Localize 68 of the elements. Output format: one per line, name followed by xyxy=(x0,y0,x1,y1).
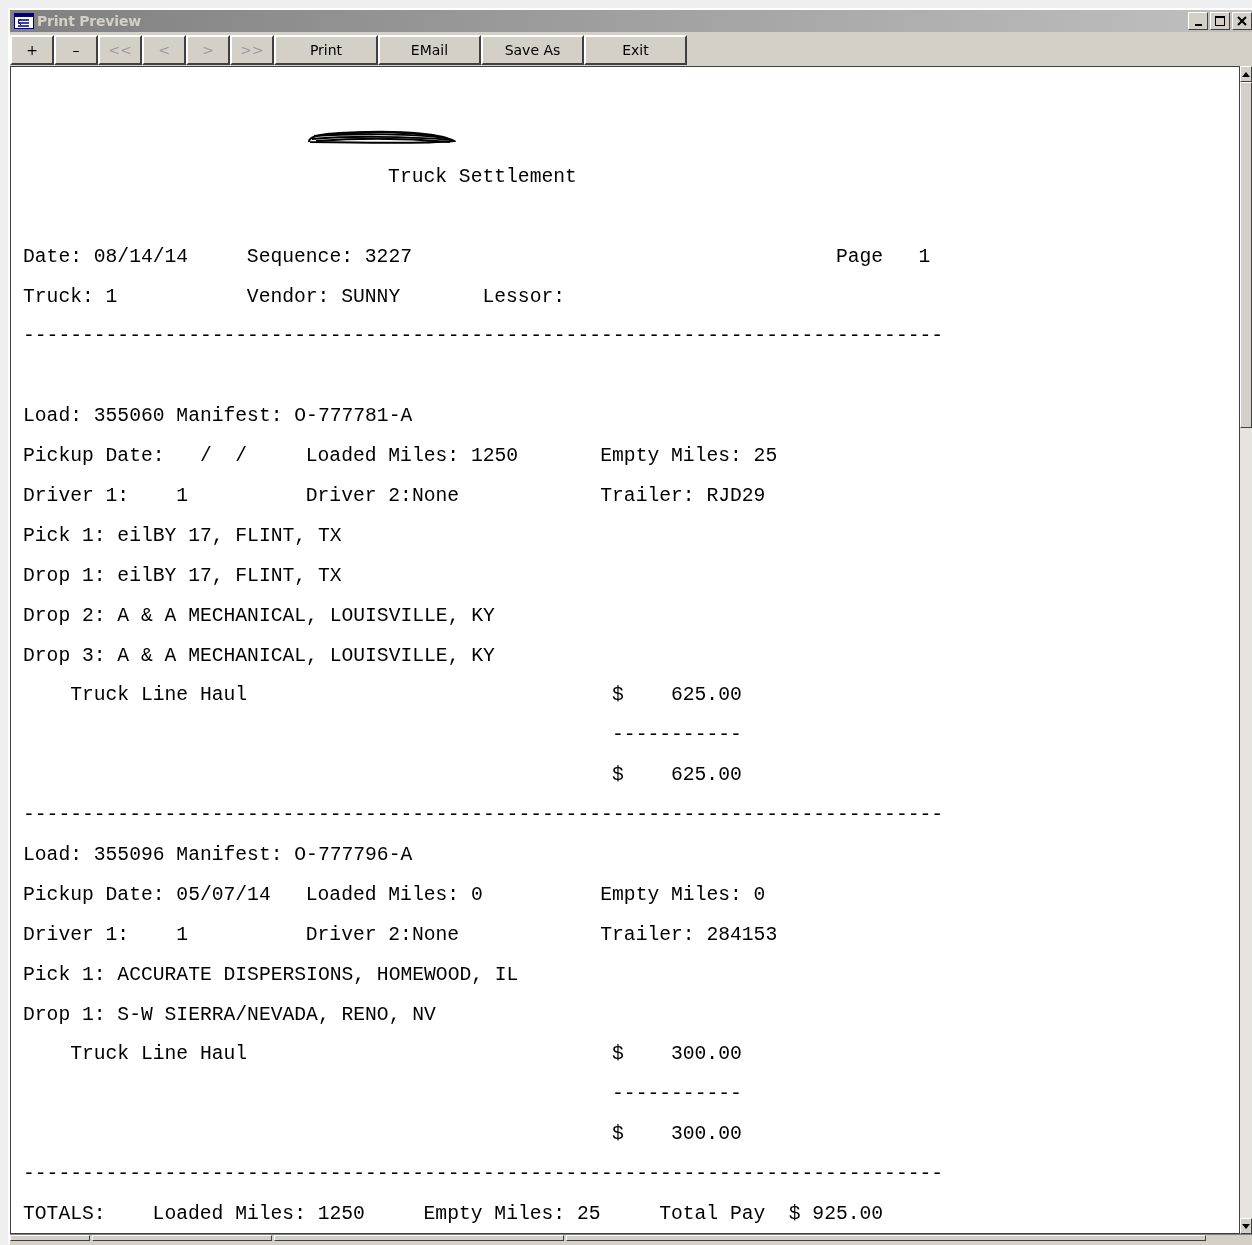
stop-line: Drop 2: A & A MECHANICAL, LOUISVILLE, KY xyxy=(23,603,495,628)
stop-line: Pick 1: ACCURATE DISPERSIONS, HOMEWOOD, IL xyxy=(23,962,518,987)
minimize-icon xyxy=(1194,24,1202,26)
charge-description: Truck Line Haul xyxy=(70,1042,247,1067)
dashed-rule: ------------------------------------------------------------------------------ xyxy=(23,1162,942,1187)
dashed-rule: ----------- xyxy=(612,723,742,748)
scroll-thumb[interactable] xyxy=(1240,82,1252,428)
total-pay-label: Total Pay xyxy=(659,1202,766,1226)
trailer-number: Trailer: 284153 xyxy=(600,922,777,947)
close-button[interactable] xyxy=(1232,12,1252,30)
maximize-button[interactable] xyxy=(1210,12,1230,30)
page-number: Page 1 xyxy=(835,244,931,269)
total-empty-miles: Empty Miles: 25 xyxy=(423,1202,601,1226)
triangle-up-icon xyxy=(1242,71,1250,77)
driver-two: Driver 2:None xyxy=(305,483,459,508)
scroll-down-button[interactable] xyxy=(1240,1218,1252,1234)
currency-sign: $ xyxy=(612,683,624,708)
toolbar-button[interactable]: – xyxy=(54,35,98,65)
currency-sign: $ xyxy=(788,1202,801,1226)
toolbar-button[interactable]: Exit xyxy=(584,35,687,65)
stop-line: Drop 1: S-W SIERRA/NEVADA, RENO, NV xyxy=(23,1002,436,1027)
trailer-number: Trailer: RJD29 xyxy=(600,483,766,508)
load-manifest: Load: 355060 Manifest: O-777781-A xyxy=(23,404,412,429)
vendor-name: Vendor: SUNNY xyxy=(246,284,400,309)
stop-line: Drop 1: eilBY 17, FLINT, TX xyxy=(23,563,342,588)
toolbar-button[interactable]: Save As xyxy=(481,35,584,65)
stop-line: Pick 1: eilBY 17, FLINT, TX xyxy=(23,523,342,548)
dashed-rule: ----------- xyxy=(612,1082,742,1107)
window-icon xyxy=(14,13,34,29)
subtotal-amount: 625.00 xyxy=(670,763,742,788)
totals-label: TOTALS: xyxy=(23,1202,106,1226)
vertical-scrollbar[interactable] xyxy=(1240,66,1252,1234)
empty-miles: Empty Miles: 0 xyxy=(600,882,766,907)
toolbar-button[interactable]: Print xyxy=(274,35,378,65)
triangle-down-icon xyxy=(1242,1223,1250,1229)
stop-line: Drop 3: A & A MECHANICAL, LOUISVILLE, KY xyxy=(23,643,495,668)
empty-miles: Empty Miles: 25 xyxy=(600,444,777,469)
lessor-label: Lessor: xyxy=(482,284,565,309)
dashed-rule: ------------------------------------------------------------------------------ xyxy=(23,803,942,828)
window-title: Print Preview xyxy=(37,13,141,29)
pickup-date: Pickup Date: / / xyxy=(23,444,247,469)
maximize-icon xyxy=(1215,16,1225,26)
charge-amount: 625.00 xyxy=(670,683,742,708)
load-manifest: Load: 355096 Manifest: O-777796-A xyxy=(23,842,412,867)
charge-amount: 300.00 xyxy=(670,1042,742,1067)
driver-one: Driver 1: 1 xyxy=(23,922,188,947)
total-loaded-miles: Loaded Miles: 1250 xyxy=(152,1202,365,1226)
report-date: Date: 08/14/14 xyxy=(23,244,188,269)
sequence-number: Sequence: 3227 xyxy=(246,244,412,269)
driver-one: Driver 1: 1 xyxy=(23,483,188,508)
loaded-miles: Loaded Miles: 1250 xyxy=(305,444,518,469)
toolbar-button[interactable]: EMail xyxy=(378,35,481,65)
currency-sign: $ xyxy=(612,763,624,788)
charge-description: Truck Line Haul xyxy=(70,683,247,708)
scroll-up-button[interactable] xyxy=(1240,66,1252,82)
currency-sign: $ xyxy=(612,1042,624,1067)
currency-sign: $ xyxy=(612,1122,624,1147)
subtotal-amount: 300.00 xyxy=(670,1122,742,1147)
loaded-miles: Loaded Miles: 0 xyxy=(305,882,483,907)
close-icon xyxy=(1237,16,1247,26)
driver-two: Driver 2:None xyxy=(305,922,459,947)
dashed-rule: ------------------------------------------------------------------------------ xyxy=(23,324,942,349)
truck-number: Truck: 1 xyxy=(23,284,118,309)
minimize-button[interactable] xyxy=(1188,12,1208,30)
toolbar-button[interactable]: + xyxy=(10,35,54,65)
report-title: Truck Settlement xyxy=(387,164,578,189)
pickup-date: Pickup Date: 05/07/14 xyxy=(23,882,271,907)
total-pay-amount: 925.00 xyxy=(812,1202,884,1226)
